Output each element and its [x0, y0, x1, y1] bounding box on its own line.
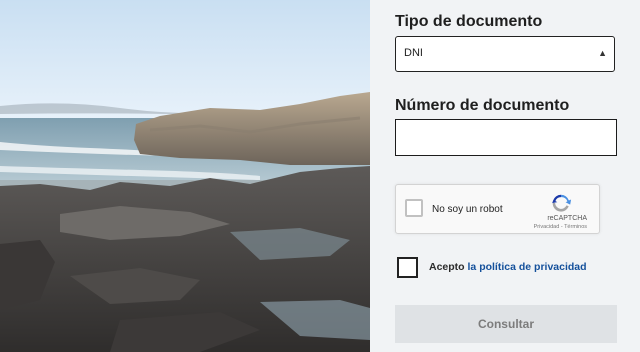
- recaptcha-logo-icon: [552, 194, 572, 212]
- recaptcha-links: Privacidad - Términos: [533, 224, 587, 230]
- consultar-button[interactable]: Consultar: [395, 305, 617, 343]
- coastline-photo: [0, 0, 370, 352]
- privacy-policy-link[interactable]: la política de privacidad: [468, 261, 587, 273]
- recaptcha-brand: reCAPTCHA: [547, 215, 587, 222]
- tipo-documento-label: Tipo de documento: [395, 13, 543, 30]
- recaptcha-label: No soy un robot: [432, 204, 503, 215]
- numero-documento-input[interactable]: [395, 119, 617, 156]
- acepto-checkbox[interactable]: [397, 257, 418, 278]
- recaptcha-checkbox[interactable]: [405, 199, 423, 217]
- form-panel: Tipo de documento DNI ▲︎ Número de docum…: [370, 0, 640, 352]
- recaptcha-widget: No soy un robot reCAPTCHA Privacidad - T…: [395, 184, 600, 234]
- tipo-documento-value: DNI: [404, 47, 423, 59]
- acepto-text: Acepto: [429, 261, 468, 273]
- numero-documento-label: Número de documento: [395, 97, 570, 114]
- acepto-label: Acepto la política de privacidad: [429, 261, 587, 273]
- select-arrows-icon: ▲︎: [598, 48, 607, 58]
- tipo-documento-select[interactable]: DNI ▲︎: [395, 36, 615, 72]
